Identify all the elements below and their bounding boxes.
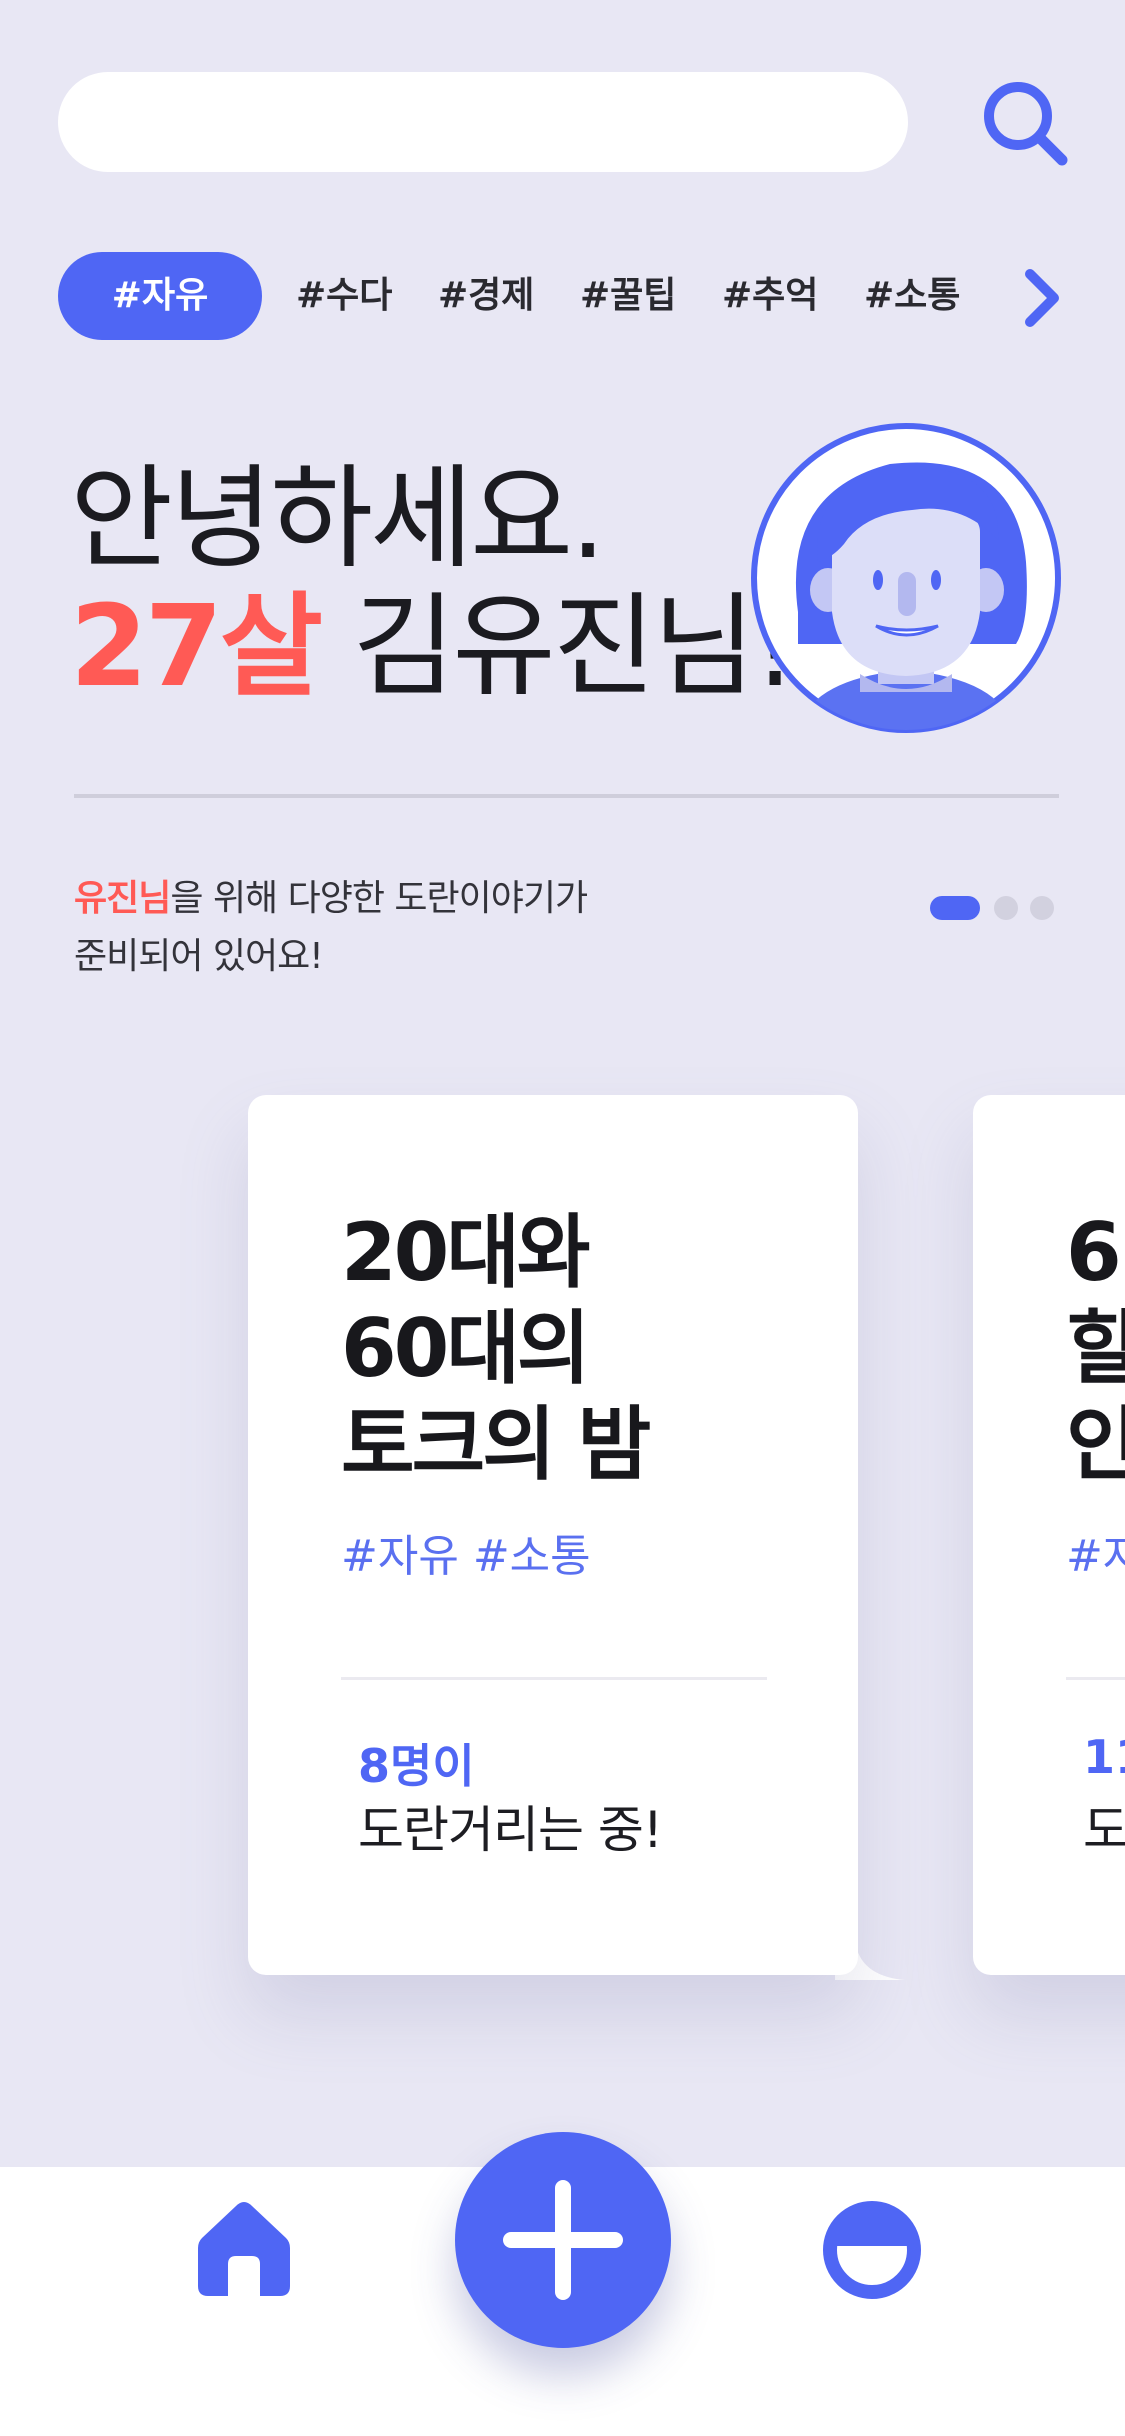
card-divider [341,1677,767,1680]
home-icon[interactable] [196,2198,292,2298]
avatar[interactable] [740,412,1072,744]
card-tags: #자 [1066,1531,1125,1582]
tag-communication[interactable]: #소통 [864,252,960,340]
app-screen: #자유 #수다 #경제 #꿀팁 #추억 #소통 안녕하세요. 27살 김유진님! [0,0,1125,2436]
greeting-line2: 27살 김유진님! [70,582,798,712]
plus-icon [503,2180,623,2300]
divider [74,794,1059,798]
story-card[interactable]: 6 힐 인 #자 11 도 [973,1095,1125,1975]
intro-line1: 을 위해 다양한 도란이야기가 [170,878,588,919]
intro-username: 유진님 [74,878,171,919]
greeting-line1: 안녕하세요. [70,454,606,584]
page-dot-3[interactable] [1030,896,1054,920]
card-participant-count: 8명이 [358,1739,475,1793]
add-button[interactable] [455,2132,671,2348]
user-age: 27살 [70,582,323,712]
intro-text: 유진님을 위해 다양한 도란이야기가 준비되어 있어요! [74,870,588,986]
hashtag-bar: #자유 #수다 #경제 #꿀팁 #추억 #소통 [58,252,1068,340]
intro-line2: 준비되어 있어요! [74,936,324,977]
card-status: 도 [1083,1801,1125,1859]
card-title: 20대와 60대의 토크의 밤 [341,1206,651,1491]
page-dot-2[interactable] [994,896,1018,920]
card-participant-count: 11 [1083,1730,1125,1784]
tag-economy[interactable]: #경제 [438,252,534,340]
tag-chat[interactable]: #수다 [296,252,392,340]
card-divider [1066,1677,1125,1680]
card-tags: #자유 #소통 [341,1531,591,1582]
tag-tips[interactable]: #꿀팁 [580,252,676,340]
card-title: 6 힐 인 [1066,1206,1125,1491]
profile-icon[interactable] [822,2200,922,2300]
tag-free[interactable]: #자유 [58,252,262,340]
greeting: 안녕하세요. 27살 김유진님! [70,454,798,712]
user-name: 김유진님! [352,582,798,712]
tag-memories[interactable]: #추억 [722,252,818,340]
search-input[interactable] [58,72,908,172]
story-card[interactable]: 20대와 60대의 토크의 밤 #자유 #소통 8명이 도란거리는 중! [248,1095,858,1975]
search-icon[interactable] [970,70,1080,180]
chevron-right-icon[interactable] [1020,268,1066,328]
card-status: 도란거리는 중! [358,1801,663,1859]
page-dot-1[interactable] [930,896,980,920]
